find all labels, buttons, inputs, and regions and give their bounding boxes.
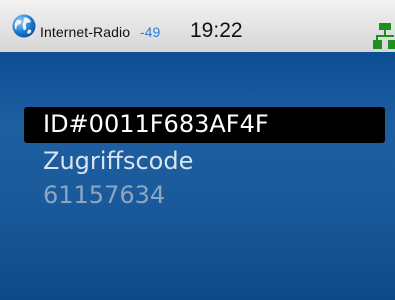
status-bar: Internet-Radio -49 19:22 [0, 0, 395, 52]
menu-area [0, 52, 395, 300]
globe-icon [12, 14, 36, 38]
app-title: Internet-Radio [40, 24, 131, 40]
signal-strength: -49 [140, 24, 161, 40]
radio-screen: Internet-Radio -49 19:22 ID#0011F683AF4F… [0, 0, 395, 300]
network-icon [373, 23, 395, 49]
access-code-item[interactable]: Zugriffscode [43, 147, 193, 175]
clock: 19:22 [190, 19, 243, 42]
access-code-value[interactable]: 61157634 [43, 181, 165, 209]
device-id-item[interactable]: ID#0011F683AF4F [43, 110, 269, 138]
